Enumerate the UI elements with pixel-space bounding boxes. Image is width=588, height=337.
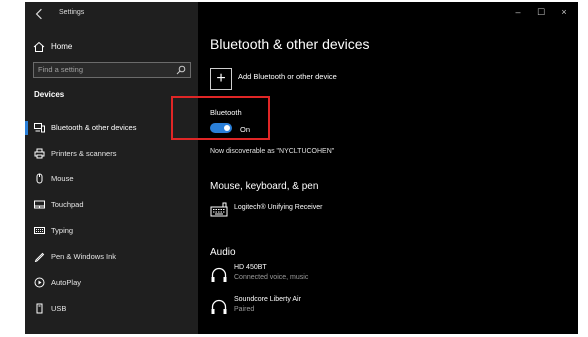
sidebar-item-label: Pen & Windows Ink xyxy=(51,252,117,261)
sidebar-item-label: Touchpad xyxy=(51,200,84,209)
maximize-button[interactable]: ☐ xyxy=(535,7,547,18)
section-heading-devices: Devices xyxy=(34,90,65,99)
close-button[interactable]: × xyxy=(558,7,570,17)
sidebar-item-printers[interactable]: Printers & scanners xyxy=(25,144,198,164)
back-arrow-icon[interactable] xyxy=(33,8,43,20)
usb-icon xyxy=(34,303,45,314)
window-title: Settings xyxy=(59,9,85,16)
mouse-keyboard-pen-heading: Mouse, keyboard, & pen xyxy=(210,181,319,192)
minimize-button[interactable]: – xyxy=(512,7,524,17)
device-status: Paired xyxy=(234,306,255,313)
sidebar-item-label: AutoPlay xyxy=(51,278,82,287)
search-input[interactable]: Find a setting xyxy=(33,62,191,78)
keyboard-icon xyxy=(34,225,45,236)
home-label: Home xyxy=(51,42,73,51)
sidebar: Settings Home Find a setting Devices Blu… xyxy=(25,2,198,334)
plus-icon: + xyxy=(210,68,232,90)
sidebar-item-label: Printers & scanners xyxy=(51,149,117,158)
active-indicator xyxy=(25,121,28,135)
search-icon[interactable] xyxy=(176,65,186,75)
pen-icon xyxy=(34,251,45,262)
mouse-icon xyxy=(34,173,45,184)
device-name: Logitech® Unifying Receiver xyxy=(234,204,323,211)
printer-icon xyxy=(34,148,45,159)
audio-heading: Audio xyxy=(210,247,236,258)
sidebar-item-label: Typing xyxy=(51,226,74,235)
settings-window: Settings Home Find a setting Devices Blu… xyxy=(25,2,578,334)
device-name: HD 450BT xyxy=(234,264,267,271)
sidebar-item-typing[interactable]: Typing xyxy=(25,221,198,241)
main-content: – ☐ × Bluetooth & other devices + Add Bl… xyxy=(198,2,578,334)
bluetooth-devices-icon xyxy=(34,122,45,133)
headphones-icon xyxy=(210,298,228,316)
device-hd450bt[interactable]: HD 450BT Connected voice, music xyxy=(210,264,470,288)
device-logitech[interactable]: Logitech® Unifying Receiver xyxy=(210,200,470,224)
device-soundcore[interactable]: Soundcore Liberty Air Paired xyxy=(210,296,470,320)
annotation-highlight-box xyxy=(171,96,270,140)
sidebar-item-label: Mouse xyxy=(51,174,74,183)
sidebar-item-pen[interactable]: Pen & Windows Ink xyxy=(25,247,198,267)
home-icon xyxy=(33,41,45,53)
device-name: Soundcore Liberty Air xyxy=(234,296,301,303)
sidebar-item-label: Bluetooth & other devices xyxy=(51,123,137,132)
sidebar-item-label: USB xyxy=(51,304,67,313)
headphones-icon xyxy=(210,266,228,284)
add-device-button[interactable]: + Add Bluetooth or other device xyxy=(210,68,410,90)
device-status: Connected voice, music xyxy=(234,274,309,281)
sidebar-item-touchpad[interactable]: Touchpad xyxy=(25,195,198,215)
search-placeholder: Find a setting xyxy=(38,65,84,74)
sidebar-item-autoplay[interactable]: AutoPlay xyxy=(25,273,198,293)
autoplay-icon xyxy=(34,277,45,288)
add-device-label: Add Bluetooth or other device xyxy=(238,72,337,81)
sidebar-item-mouse[interactable]: Mouse xyxy=(25,169,198,189)
page-title: Bluetooth & other devices xyxy=(210,36,370,52)
discoverable-text: Now discoverable as "NYCLTUCOHEN" xyxy=(210,148,335,155)
sidebar-item-usb[interactable]: USB xyxy=(25,299,198,319)
sidebar-item-home[interactable]: Home xyxy=(25,38,198,56)
keyboard-icon xyxy=(210,202,228,220)
touchpad-icon xyxy=(34,199,45,210)
